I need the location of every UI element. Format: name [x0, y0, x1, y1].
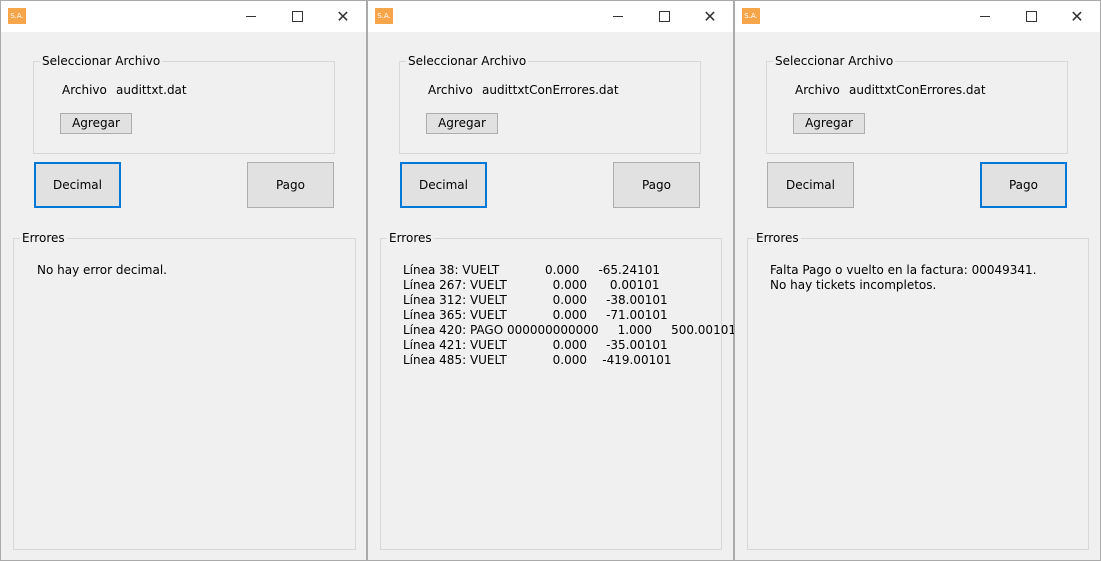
close-button[interactable]: ✕ [687, 1, 733, 32]
errors-group-title: Errores [387, 230, 434, 246]
file-select-group: Seleccionar Archivo [399, 53, 701, 154]
file-group-title: Seleccionar Archivo [773, 53, 896, 69]
file-group-title: Seleccionar Archivo [406, 53, 529, 69]
maximize-button[interactable] [1008, 1, 1054, 32]
error-line: No hay error decimal. [37, 263, 167, 277]
file-select-group: Seleccionar Archivo [33, 53, 335, 154]
app-icon: S.A. [8, 8, 26, 24]
add-file-button[interactable]: Agregar [793, 113, 865, 134]
errors-group-title: Errores [754, 230, 801, 246]
app-icon: S.A. [375, 8, 393, 24]
maximize-button[interactable] [641, 1, 687, 32]
maximize-icon [658, 11, 670, 22]
minimize-icon [980, 16, 990, 17]
minimize-icon [613, 16, 623, 17]
file-label: Archivo [62, 83, 107, 97]
errors-output: Falta Pago o vuelto en la factura: 00049… [770, 263, 1036, 293]
error-line: Falta Pago o vuelto en la factura: 00049… [770, 263, 1037, 277]
pago-button[interactable]: Pago [247, 162, 334, 208]
title-bar[interactable]: S.A. ✕ [368, 1, 733, 32]
minimize-button[interactable] [595, 1, 641, 32]
decimal-button[interactable]: Decimal [34, 162, 121, 208]
app-window-3: S.A. ✕ Seleccionar Archivo Archivo audit… [734, 0, 1101, 561]
close-button[interactable]: ✕ [320, 1, 366, 32]
decimal-button[interactable]: Decimal [767, 162, 854, 208]
minimize-button[interactable] [962, 1, 1008, 32]
errors-group: Errores [13, 230, 356, 550]
error-line: Línea 312: VUELT 0.000 -38.00101 [403, 293, 668, 307]
errors-output: No hay error decimal. [37, 263, 167, 278]
maximize-icon [291, 11, 303, 22]
close-button[interactable]: ✕ [1054, 1, 1100, 32]
file-name: audittxtConErrores.dat [849, 83, 986, 97]
decimal-button[interactable]: Decimal [400, 162, 487, 208]
title-bar[interactable]: S.A. ✕ [1, 1, 366, 32]
error-line: Línea 420: PAGO 000000000000 1.000 500.0… [403, 323, 736, 337]
title-bar[interactable]: S.A. ✕ [735, 1, 1100, 32]
file-select-group: Seleccionar Archivo [766, 53, 1068, 154]
minimize-button[interactable] [228, 1, 274, 32]
add-file-button[interactable]: Agregar [60, 113, 132, 134]
file-label: Archivo [795, 83, 840, 97]
pago-button[interactable]: Pago [613, 162, 700, 208]
errors-group-title: Errores [20, 230, 67, 246]
error-line: No hay tickets incompletos. [770, 278, 937, 292]
maximize-button[interactable] [274, 1, 320, 32]
error-line: Línea 38: VUELT 0.000 -65.24101 [403, 263, 661, 277]
error-line: Línea 365: VUELT 0.000 -71.00101 [403, 308, 668, 322]
file-name: audittxt.dat [116, 83, 187, 97]
app-icon: S.A. [742, 8, 760, 24]
file-group-title: Seleccionar Archivo [40, 53, 163, 69]
app-window-2: S.A. ✕ Seleccionar Archivo Archivo audit… [367, 0, 736, 561]
maximize-icon [1025, 11, 1037, 22]
pago-button[interactable]: Pago [980, 162, 1067, 208]
errors-output: Línea 38: VUELT 0.000 -65.24101 Línea 26… [403, 263, 736, 368]
minimize-icon [246, 16, 256, 17]
close-icon: ✕ [703, 6, 717, 26]
file-label: Archivo [428, 83, 473, 97]
error-line: Línea 421: VUELT 0.000 -35.00101 [403, 338, 668, 352]
add-file-button[interactable]: Agregar [426, 113, 498, 134]
error-line: Línea 267: VUELT 0.000 0.00101 [403, 278, 660, 292]
close-icon: ✕ [336, 6, 350, 26]
file-name: audittxtConErrores.dat [482, 83, 619, 97]
error-line: Línea 485: VUELT 0.000 -419.00101 [403, 353, 672, 367]
app-window-1: S.A. ✕ Seleccionar Archivo Archivo audit… [0, 0, 367, 561]
close-icon: ✕ [1070, 6, 1084, 26]
